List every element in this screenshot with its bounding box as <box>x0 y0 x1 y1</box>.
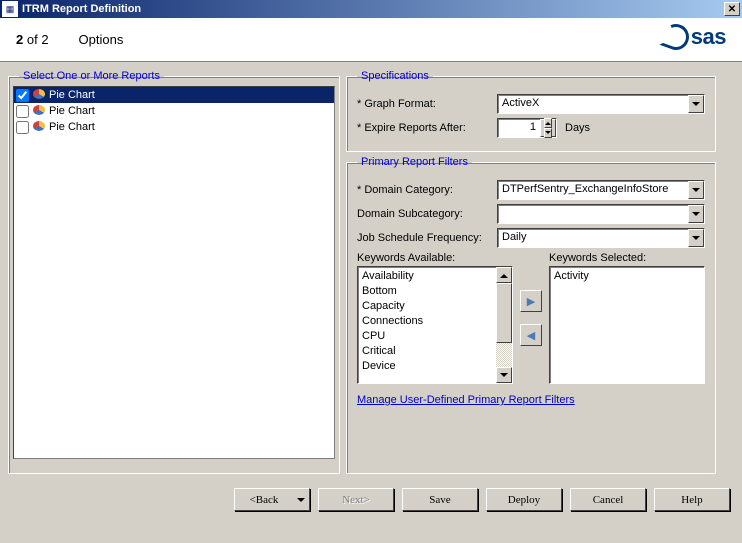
report-checkbox[interactable] <box>16 105 29 118</box>
report-row[interactable]: Pie Chart <box>14 87 334 103</box>
report-label: Pie Chart <box>49 105 95 117</box>
help-button[interactable]: Help <box>654 488 730 511</box>
cancel-button[interactable]: Cancel <box>570 488 646 511</box>
pie-chart-icon <box>32 105 46 117</box>
back-button[interactable]: <Back <box>234 488 310 511</box>
specifications-legend: Specifications <box>357 70 433 82</box>
list-item[interactable]: Activity <box>554 269 700 284</box>
next-button[interactable]: Next> <box>318 488 394 511</box>
graph-format-value: ActiveX <box>498 95 688 113</box>
domain-category-label: * Domain Category: <box>357 184 497 196</box>
report-checkbox[interactable] <box>16 121 29 134</box>
domain-subcategory-combo[interactable] <box>497 204 705 224</box>
scrollbar[interactable] <box>496 267 512 383</box>
expire-value: 1 <box>498 119 540 137</box>
step-total: of 2 <box>27 32 49 47</box>
scroll-track[interactable] <box>496 283 512 367</box>
keywords-selected-list[interactable]: Activity <box>549 266 705 384</box>
report-label: Pie Chart <box>49 121 95 133</box>
step-indicator: 2 of 2 <box>16 32 49 47</box>
keywords-available-label: Keywords Available: <box>357 252 513 264</box>
chevron-down-icon[interactable] <box>688 229 704 247</box>
specifications-group: Specifications * Graph Format: ActiveX *… <box>346 70 716 152</box>
list-item[interactable]: Bottom <box>362 284 492 299</box>
list-item[interactable]: Critical <box>362 344 492 359</box>
job-schedule-label: Job Schedule Frequency: <box>357 232 497 244</box>
pie-chart-icon <box>32 89 46 101</box>
window-title: ITRM Report Definition <box>22 3 724 15</box>
expire-label: * Expire Reports After: <box>357 122 497 134</box>
spinner-up-icon[interactable] <box>544 118 552 128</box>
spinner-down-icon[interactable] <box>544 128 552 138</box>
list-item[interactable]: Device <box>362 359 492 374</box>
graph-format-label: * Graph Format: <box>357 98 497 110</box>
scroll-thumb[interactable] <box>496 283 512 343</box>
expire-spinner[interactable]: 1 <box>497 118 557 138</box>
report-list[interactable]: Pie Chart Pie Chart Pie Chart <box>13 86 335 459</box>
options-link[interactable]: Options <box>79 32 124 47</box>
list-item[interactable]: CPU <box>362 329 492 344</box>
report-label: Pie Chart <box>49 89 95 101</box>
keywords-selected-label: Keywords Selected: <box>549 252 705 264</box>
job-schedule-value: Daily <box>498 229 688 247</box>
button-bar: <Back Next> Save Deploy Cancel Help <box>0 482 742 511</box>
filters-legend: Primary Report Filters <box>357 156 472 168</box>
list-item[interactable]: Capacity <box>362 299 492 314</box>
reports-group: Select One or More Reports Pie ChartPie … <box>8 70 340 474</box>
spinner-buttons[interactable] <box>540 119 556 137</box>
wizard-header: 2 of 2 Options sas <box>0 18 742 62</box>
sas-swirl-icon <box>659 20 692 53</box>
pie-chart-icon <box>32 121 46 133</box>
save-button[interactable]: Save <box>402 488 478 511</box>
domain-category-combo[interactable]: DTPerfSentry_ExchangeInfoStore <box>497 180 705 200</box>
move-right-button[interactable]: ▶ <box>520 290 542 312</box>
chevron-down-icon[interactable] <box>688 95 704 113</box>
filters-group: Primary Report Filters * Domain Category… <box>346 156 716 474</box>
chevron-down-icon[interactable] <box>688 181 704 199</box>
job-schedule-combo[interactable]: Daily <box>497 228 705 248</box>
report-row[interactable]: Pie Chart <box>14 103 334 119</box>
sas-logo: sas <box>663 24 726 50</box>
list-item[interactable]: Availability <box>362 269 492 284</box>
domain-category-value: DTPerfSentry_ExchangeInfoStore <box>498 181 688 199</box>
keywords-available-list[interactable]: AvailabilityBottomCapacityConnectionsCPU… <box>357 266 513 384</box>
domain-subcategory-label: Domain Subcategory: <box>357 208 497 220</box>
reports-legend: Select One or More Reports <box>19 70 164 82</box>
move-left-button[interactable]: ◀ <box>520 324 542 346</box>
domain-subcategory-value <box>498 205 688 223</box>
days-label: Days <box>565 122 590 134</box>
titlebar: ▦ ITRM Report Definition ✕ <box>0 0 742 18</box>
chevron-down-icon[interactable] <box>688 205 704 223</box>
step-current: 2 <box>16 32 23 47</box>
scroll-down-icon[interactable] <box>496 367 512 383</box>
list-item[interactable]: Connections <box>362 314 492 329</box>
report-row[interactable]: Pie Chart <box>14 119 334 135</box>
close-icon[interactable]: ✕ <box>724 2 740 16</box>
report-checkbox[interactable] <box>16 89 29 102</box>
deploy-button[interactable]: Deploy <box>486 488 562 511</box>
graph-format-combo[interactable]: ActiveX <box>497 94 705 114</box>
app-icon: ▦ <box>2 1 18 17</box>
scroll-up-icon[interactable] <box>496 267 512 283</box>
manage-filters-link[interactable]: Manage User-Defined Primary Report Filte… <box>357 394 575 406</box>
